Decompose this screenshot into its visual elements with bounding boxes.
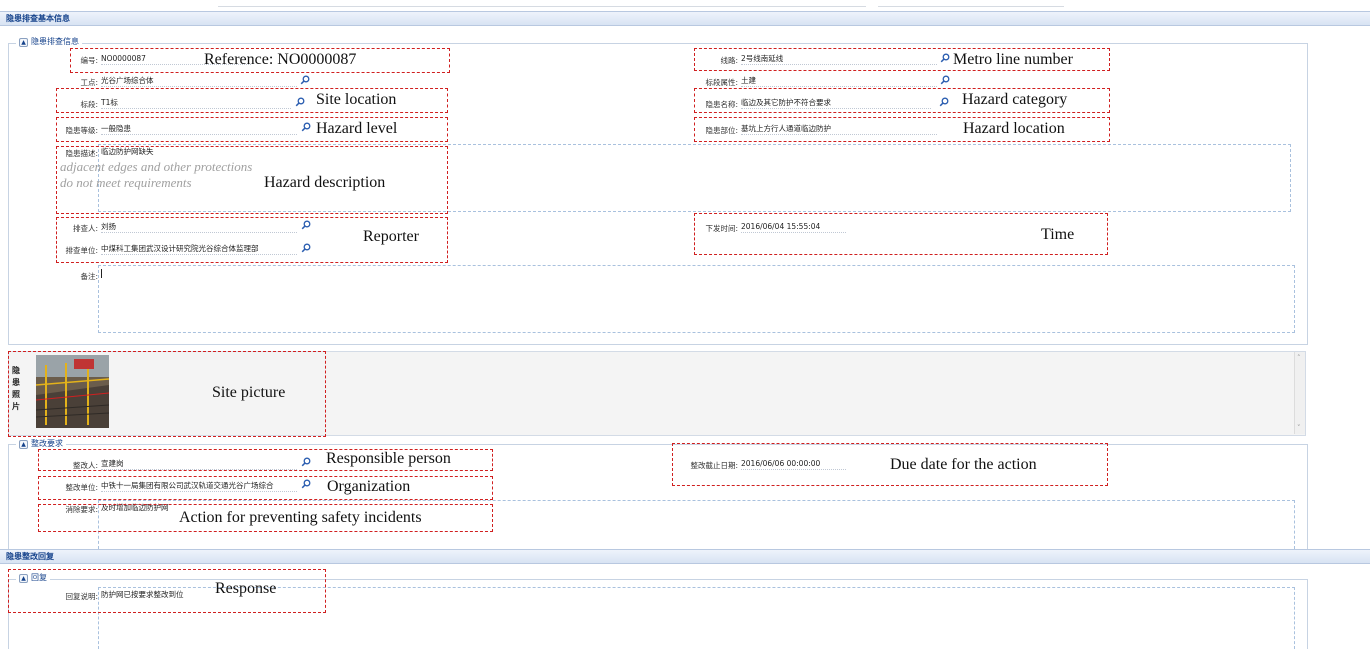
site-label: 工点: [80,78,98,87]
annotation-time: Time [1041,226,1075,243]
toolbar-field-2[interactable] [878,0,1064,7]
annotation-hazard-level: Hazard level [316,120,398,137]
annotation-reference: Reference: NO0000087 [204,51,357,68]
site-value[interactable]: 光谷广场综合体 [101,76,297,87]
annotation-box-organization [38,476,493,500]
desc-translation-line-1: adjacent edges and other protections [60,159,253,174]
annotation-hazard-description: Hazard description [264,174,386,191]
rectify-legend-label: 整改要求 [31,439,63,448]
section-attr-label: 标段属性: [705,78,738,87]
rectify-legend[interactable]: ▲ 整改要求 [16,439,66,449]
inspection-legend[interactable]: ▲ 隐患排查信息 [16,37,82,47]
scroll-up-icon[interactable]: ˄ [1297,354,1301,362]
annotation-response: Response [215,580,277,597]
search-icon[interactable] [300,75,310,85]
annotation-site-picture: Site picture [212,384,286,401]
annotation-responsible-person: Responsible person [326,450,451,467]
annotation-hazard-category: Hazard category [962,91,1068,108]
reply-header[interactable]: 隐患整改回复 [0,549,1370,564]
annotation-metro-line: Metro line number [953,51,1073,68]
inspection-legend-label: 隐患排查信息 [31,37,79,46]
top-toolbar [0,0,1370,10]
search-icon[interactable] [940,75,950,85]
scroll-down-icon[interactable]: ˅ [1297,424,1301,432]
annotation-box-response [8,569,326,613]
annotation-reporter: Reporter [363,228,419,245]
collapse-icon[interactable]: ▲ [19,37,28,47]
annotation-site-location: Site location [316,91,397,108]
annotation-organization: Organization [327,478,411,495]
remark-textarea[interactable] [98,265,1295,333]
collapse-icon[interactable]: ▲ [19,439,28,449]
section-attr-value[interactable]: 土建 [741,76,937,87]
annotation-action: Action for preventing safety incidents [179,509,422,526]
text-cursor [101,269,102,278]
annotation-hazard-location: Hazard location [963,120,1065,137]
toolbar-field-1[interactable] [218,0,866,7]
remark-label: 备注: [80,272,98,281]
scrollbar[interactable]: ˄ ˅ [1294,352,1305,434]
desc-translation-line-2: do not meet requirements [60,175,192,190]
annotation-due-date: Due date for the action [890,456,1037,473]
basic-info-header[interactable]: 隐患排查基本信息 [0,11,1370,26]
